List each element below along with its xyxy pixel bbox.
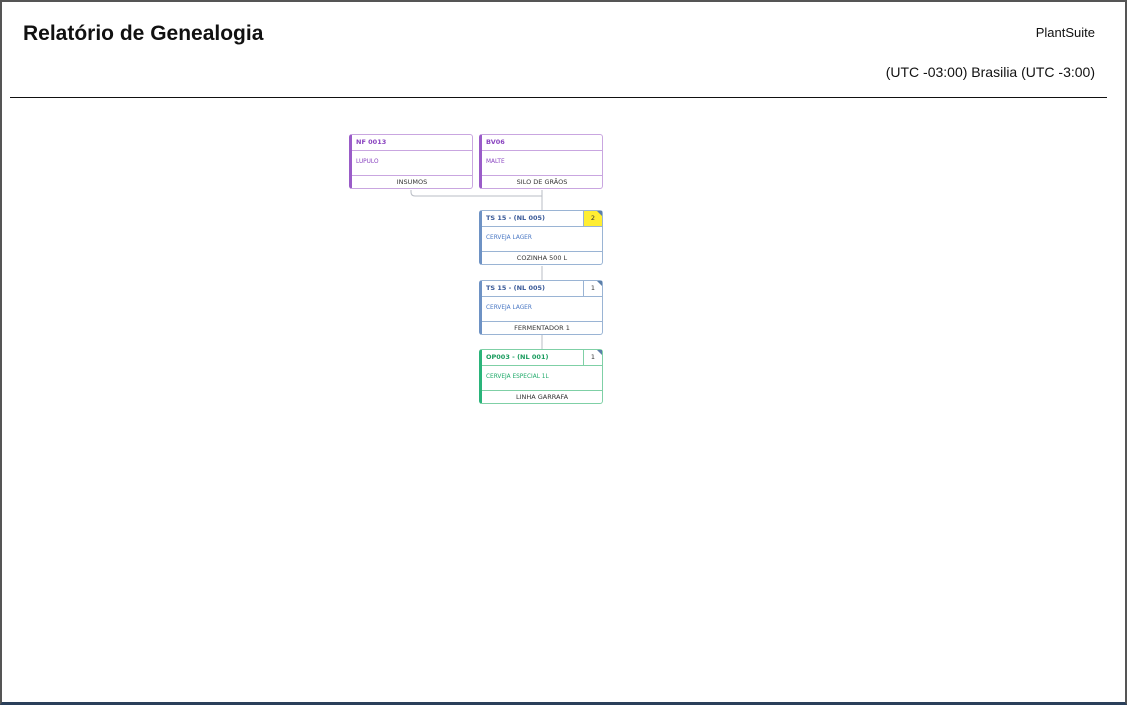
node-location: SILO DE GRÃOS	[516, 178, 568, 186]
node-product: LUPULO	[356, 159, 379, 165]
node-product: CERVEJA LAGER	[486, 305, 532, 311]
node-body: MALTE	[482, 150, 602, 176]
genealogy-node-cozinha[interactable]: TS 15 - (NL 005) 2 CERVEJA LAGER COZINHA…	[479, 210, 603, 265]
node-code: NF 0013	[356, 138, 387, 146]
node-product: MALTE	[486, 159, 505, 165]
corner-marker-icon	[597, 281, 602, 286]
node-header: BV06	[482, 135, 602, 151]
node-body: LUPULO	[352, 150, 472, 176]
node-header: NF 0013	[352, 135, 472, 151]
node-location: FERMENTADOR 1	[514, 324, 570, 332]
node-code: TS 15 - (NL 005)	[486, 214, 546, 222]
node-header: TS 15 - (NL 005) 1	[482, 281, 602, 297]
node-header: OP003 - (NL 001) 1	[482, 350, 602, 366]
genealogy-node-fermentador[interactable]: TS 15 - (NL 005) 1 CERVEJA LAGER FERMENT…	[479, 280, 603, 335]
node-body: CERVEJA LAGER	[482, 226, 602, 252]
node-location: INSUMOS	[396, 178, 428, 186]
node-code: BV06	[486, 138, 505, 146]
node-footer: FERMENTADOR 1	[482, 321, 602, 335]
node-footer: COZINHA 500 L	[482, 251, 602, 265]
node-code: TS 15 - (NL 005)	[486, 284, 546, 292]
node-product: CERVEJA LAGER	[486, 235, 532, 241]
connector-insumos	[410, 190, 542, 197]
node-product: CERVEJA ESPECIAL 1L	[486, 374, 549, 380]
node-location: LINHA GARRAFA	[515, 393, 569, 401]
node-header: TS 15 - (NL 005) 2	[482, 211, 602, 227]
genealogy-node-silo[interactable]: BV06 MALTE SILO DE GRÃOS	[479, 134, 603, 189]
corner-marker-icon	[597, 350, 602, 355]
node-footer: INSUMOS	[352, 175, 472, 189]
corner-marker-icon	[597, 211, 602, 216]
node-body: CERVEJA ESPECIAL 1L	[482, 365, 602, 391]
node-body: CERVEJA LAGER	[482, 296, 602, 322]
genealogy-node-insumos[interactable]: NF 0013 LUPULO INSUMOS	[349, 134, 473, 189]
node-footer: LINHA GARRAFA	[482, 390, 602, 404]
genealogy-node-linha-garrafa[interactable]: OP003 - (NL 001) 1 CERVEJA ESPECIAL 1L L…	[479, 349, 603, 404]
node-footer: SILO DE GRÃOS	[482, 175, 602, 189]
node-location: COZINHA 500 L	[516, 254, 568, 262]
node-code: OP003 - (NL 001)	[486, 353, 549, 361]
